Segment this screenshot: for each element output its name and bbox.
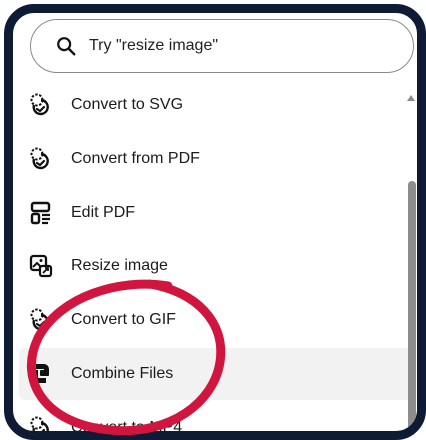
convert-icon [28, 307, 54, 333]
search-input[interactable] [87, 36, 391, 56]
scrollbar-thumb[interactable] [408, 181, 416, 431]
scroll-up-arrow-icon[interactable] [407, 95, 415, 101]
menu-item-label: Convert to MP4 [71, 418, 183, 436]
dialog-content: Convert to SVG Convert from PDF [13, 13, 417, 431]
resize-image-icon [28, 253, 54, 279]
dialog-frame: Convert to SVG Convert from PDF [4, 4, 426, 440]
search-bar[interactable] [30, 19, 414, 73]
convert-icon [28, 146, 54, 172]
menu-item-resize-image[interactable]: Resize image [19, 240, 413, 292]
convert-icon [28, 415, 54, 431]
quick-actions-list: Convert to SVG Convert from PDF Edit PDF… [19, 79, 413, 436]
menu-item-convert-to-svg[interactable]: Convert to SVG [19, 79, 413, 131]
edit-pdf-icon [28, 200, 54, 226]
menu-item-edit-pdf[interactable]: Edit PDF [19, 187, 413, 239]
menu-item-label: Convert to SVG [71, 96, 184, 113]
menu-item-label: Combine Files [71, 364, 174, 382]
menu-item-convert-to-mp4[interactable]: Convert to MP4 [19, 402, 413, 436]
menu-item-convert-to-gif[interactable]: Convert to GIF [19, 294, 413, 346]
menu-item-label: Convert to GIF [71, 311, 176, 329]
menu-item-convert-from-pdf[interactable]: Convert from PDF [19, 133, 413, 185]
combine-files-icon [28, 361, 54, 387]
convert-icon [28, 92, 54, 118]
menu-item-label: Resize image [71, 257, 168, 275]
menu-item-combine-files[interactable]: Combine Files [19, 347, 413, 400]
menu-item-label: Edit PDF [71, 203, 136, 221]
menu-item-label: Convert from PDF [71, 149, 200, 167]
search-icon [57, 37, 76, 56]
